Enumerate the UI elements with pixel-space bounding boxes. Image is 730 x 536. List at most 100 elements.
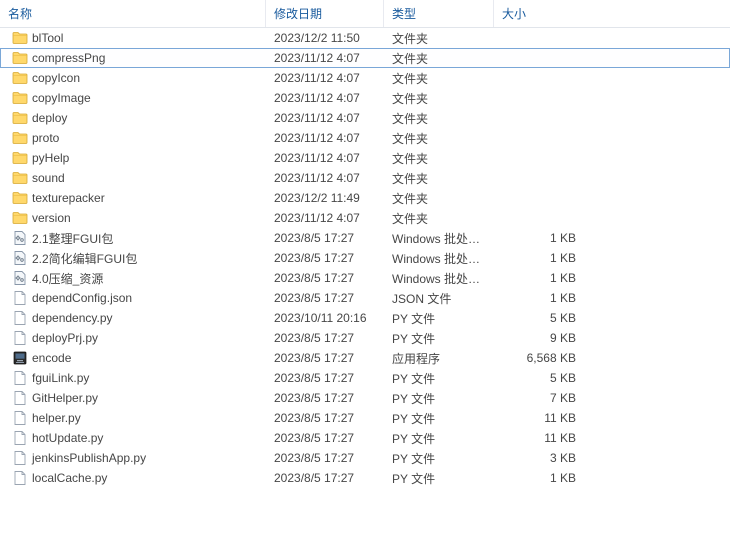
file-name-cell: deploy [4, 110, 266, 126]
file-icon [12, 470, 28, 486]
file-row[interactable]: copyIcon2023/11/12 4:07文件夹 [0, 68, 730, 88]
folder-icon [12, 190, 28, 206]
column-header-row: 名称 修改日期 类型 大小 [0, 0, 730, 28]
folder-icon [12, 150, 28, 166]
file-row[interactable]: helper.py2023/8/5 17:27PY 文件11 KB [0, 408, 730, 428]
file-icon [12, 310, 28, 326]
file-name-cell: copyIcon [4, 70, 266, 86]
file-name-cell: 4.0压缩_资源 [4, 270, 266, 287]
file-name-label: 2.1整理FGUI包 [32, 230, 113, 247]
file-date-cell: 2023/11/12 4:07 [266, 211, 384, 225]
file-name-label: proto [32, 131, 59, 145]
file-row[interactable]: 4.0压缩_资源2023/8/5 17:27Windows 批处理...1 KB [0, 268, 730, 288]
file-date-cell: 2023/8/5 17:27 [266, 251, 384, 265]
file-name-cell: 2.2简化编辑FGUI包 [4, 250, 266, 267]
column-header-type-label: 类型 [392, 5, 416, 22]
file-name-label: deploy [32, 111, 67, 125]
file-row[interactable]: jenkinsPublishApp.py2023/8/5 17:27PY 文件3… [0, 448, 730, 468]
file-name-cell: deployPrj.py [4, 330, 266, 346]
folder-icon [12, 130, 28, 146]
file-name-label: blTool [32, 31, 63, 45]
file-date-cell: 2023/8/5 17:27 [266, 451, 384, 465]
file-row[interactable]: proto 2023/11/12 4:07文件夹 [0, 128, 730, 148]
file-icon [12, 410, 28, 426]
file-row[interactable]: deploy 2023/11/12 4:07文件夹 [0, 108, 730, 128]
file-row[interactable]: compressPng2023/11/12 4:07文件夹 [0, 48, 730, 68]
file-row[interactable]: GitHelper.py2023/8/5 17:27PY 文件7 KB [0, 388, 730, 408]
file-size-cell: 1 KB [494, 251, 584, 265]
file-name-label: sound [32, 171, 65, 185]
file-row[interactable]: texturepacker2023/12/2 11:49文件夹 [0, 188, 730, 208]
column-header-name[interactable]: 名称 [0, 0, 266, 27]
file-icon [12, 430, 28, 446]
file-name-label: GitHelper.py [32, 391, 98, 405]
file-icon [12, 390, 28, 406]
file-row[interactable]: pyHelp 2023/11/12 4:07文件夹 [0, 148, 730, 168]
file-row[interactable]: dependency.py2023/10/11 20:16PY 文件5 KB [0, 308, 730, 328]
file-date-cell: 2023/11/12 4:07 [266, 131, 384, 145]
file-row[interactable]: deployPrj.py2023/8/5 17:27PY 文件9 KB [0, 328, 730, 348]
file-row[interactable]: copyImage2023/11/12 4:07文件夹 [0, 88, 730, 108]
file-row[interactable]: hotUpdate.py2023/8/5 17:27PY 文件11 KB [0, 428, 730, 448]
file-type-cell: 文件夹 [384, 130, 494, 147]
file-name-label: copyIcon [32, 71, 80, 85]
file-type-cell: 文件夹 [384, 110, 494, 127]
file-size-cell: 7 KB [494, 391, 584, 405]
file-type-cell: 文件夹 [384, 30, 494, 47]
file-row[interactable]: encode2023/8/5 17:27应用程序6,568 KB [0, 348, 730, 368]
column-header-name-label: 名称 [8, 5, 32, 22]
file-type-cell: PY 文件 [384, 330, 494, 347]
file-row[interactable]: dependConfig.json2023/8/5 17:27JSON 文件1 … [0, 288, 730, 308]
file-row[interactable]: localCache.py2023/8/5 17:27PY 文件1 KB [0, 468, 730, 488]
file-row[interactable]: version2023/11/12 4:07文件夹 [0, 208, 730, 228]
file-type-cell: Windows 批处理... [384, 230, 494, 247]
file-name-cell: compressPng [4, 50, 266, 66]
file-type-cell: JSON 文件 [384, 290, 494, 307]
column-header-modified-label: 修改日期 [274, 5, 322, 22]
file-name-label: pyHelp [32, 151, 69, 165]
file-type-cell: PY 文件 [384, 310, 494, 327]
file-date-cell: 2023/11/12 4:07 [266, 171, 384, 185]
file-name-cell: proto [4, 130, 266, 146]
file-name-cell: copyImage [4, 90, 266, 106]
file-name-cell: dependency.py [4, 310, 266, 326]
file-name-label: texturepacker [32, 191, 105, 205]
file-row[interactable]: blTool 2023/12/2 11:50文件夹 [0, 28, 730, 48]
file-name-cell: version [4, 210, 266, 226]
column-header-size[interactable]: 大小 [494, 0, 584, 27]
file-row[interactable]: sound2023/11/12 4:07文件夹 [0, 168, 730, 188]
file-name-cell: fguiLink.py [4, 370, 266, 386]
file-date-cell: 2023/11/12 4:07 [266, 51, 384, 65]
file-type-cell: Windows 批处理... [384, 250, 494, 267]
file-type-cell: 文件夹 [384, 50, 494, 67]
file-name-cell: hotUpdate.py [4, 430, 266, 446]
file-name-cell: sound [4, 170, 266, 186]
file-row[interactable]: 2.1整理FGUI包 2023/8/5 17:27Windows 批处理...1 … [0, 228, 730, 248]
file-name-cell: jenkinsPublishApp.py [4, 450, 266, 466]
file-date-cell: 2023/12/2 11:50 [266, 31, 384, 45]
file-date-cell: 2023/8/5 17:27 [266, 471, 384, 485]
column-header-modified[interactable]: 修改日期 [266, 0, 384, 27]
file-icon [12, 450, 28, 466]
file-date-cell: 2023/11/12 4:07 [266, 111, 384, 125]
file-type-cell: 文件夹 [384, 150, 494, 167]
file-type-cell: PY 文件 [384, 390, 494, 407]
file-type-cell: Windows 批处理... [384, 270, 494, 287]
file-size-cell: 5 KB [494, 311, 584, 325]
file-name-label: dependency.py [32, 311, 113, 325]
file-date-cell: 2023/11/12 4:07 [266, 71, 384, 85]
file-row[interactable]: fguiLink.py2023/8/5 17:27PY 文件5 KB [0, 368, 730, 388]
folder-icon [12, 170, 28, 186]
file-row[interactable]: 2.2简化编辑FGUI包2023/8/5 17:27Windows 批处理...… [0, 248, 730, 268]
file-name-label: jenkinsPublishApp.py [32, 451, 146, 465]
file-name-cell: encode [4, 350, 266, 366]
file-date-cell: 2023/8/5 17:27 [266, 351, 384, 365]
file-size-cell: 1 KB [494, 231, 584, 245]
column-header-type[interactable]: 类型 [384, 0, 494, 27]
file-date-cell: 2023/11/12 4:07 [266, 151, 384, 165]
file-date-cell: 2023/8/5 17:27 [266, 271, 384, 285]
file-name-label: deployPrj.py [32, 331, 98, 345]
file-type-cell: PY 文件 [384, 430, 494, 447]
file-icon [12, 290, 28, 306]
file-date-cell: 2023/8/5 17:27 [266, 231, 384, 245]
